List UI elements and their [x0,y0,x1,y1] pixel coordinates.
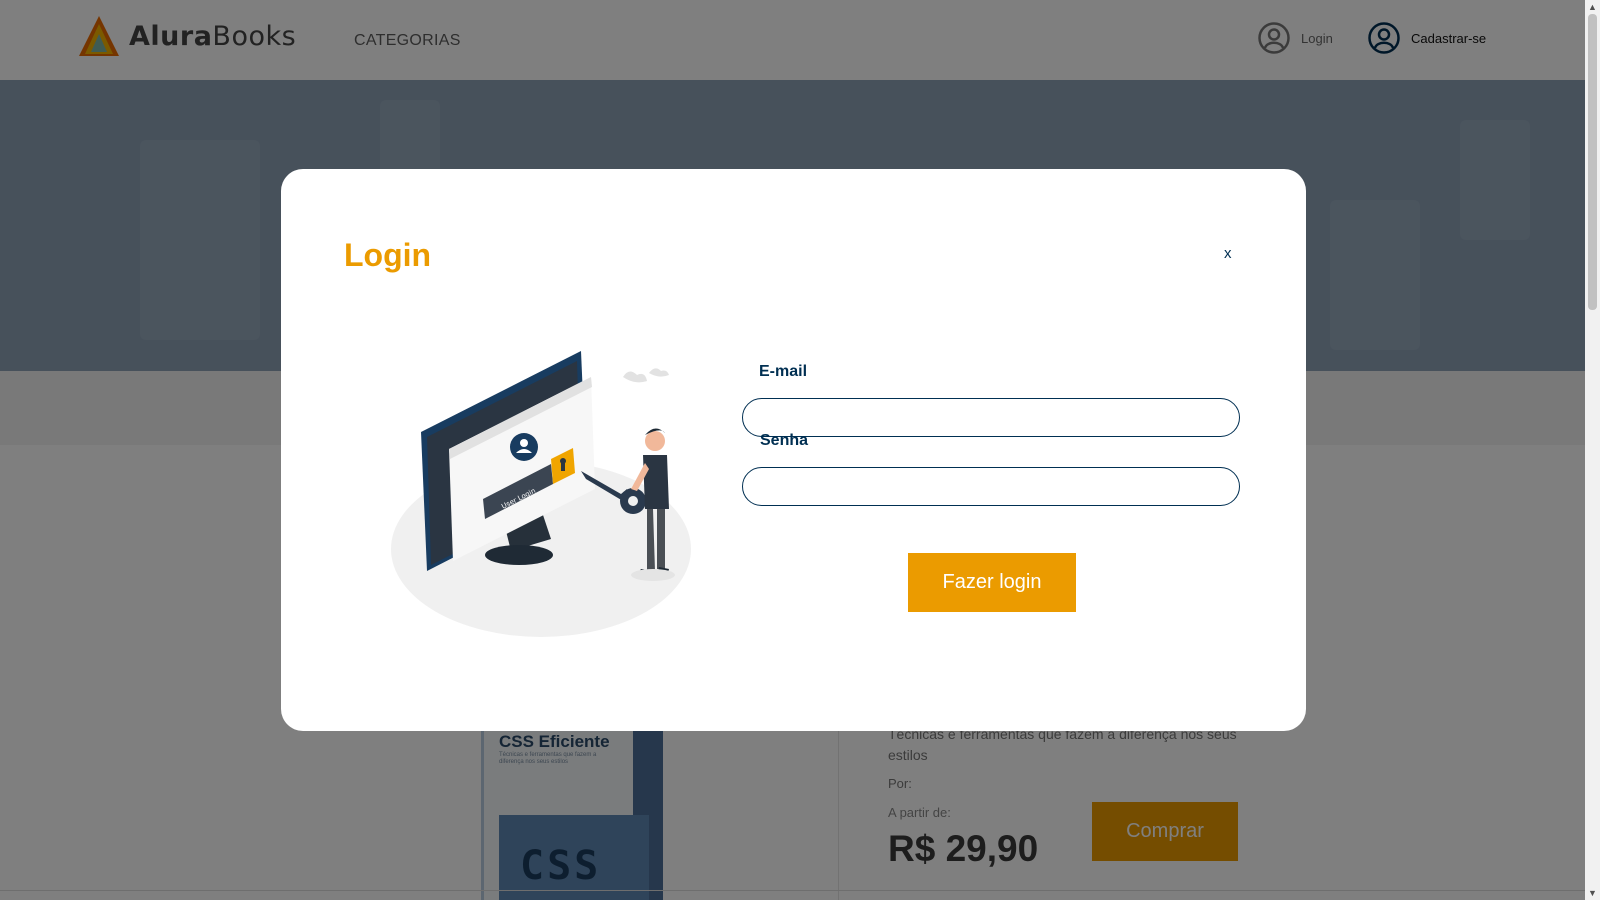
login-submit-button[interactable]: Fazer login [908,553,1076,612]
login-illustration: User Login [391,351,691,637]
scroll-up-icon[interactable]: ▲ [1585,0,1600,14]
scroll-down-icon[interactable]: ▼ [1585,886,1600,900]
senha-label: Senha [760,432,809,449]
close-button[interactable]: x [1224,245,1232,262]
email-label: E-mail [759,363,808,380]
password-input[interactable] [742,467,1240,506]
scrollbar[interactable]: ▲ ▼ [1585,0,1600,900]
scroll-thumb[interactable] [1588,14,1597,310]
login-modal: Login x User Login E-mail Senha Fazer lo… [281,169,1306,731]
modal-title: Login [344,237,432,273]
email-input[interactable] [742,398,1240,437]
